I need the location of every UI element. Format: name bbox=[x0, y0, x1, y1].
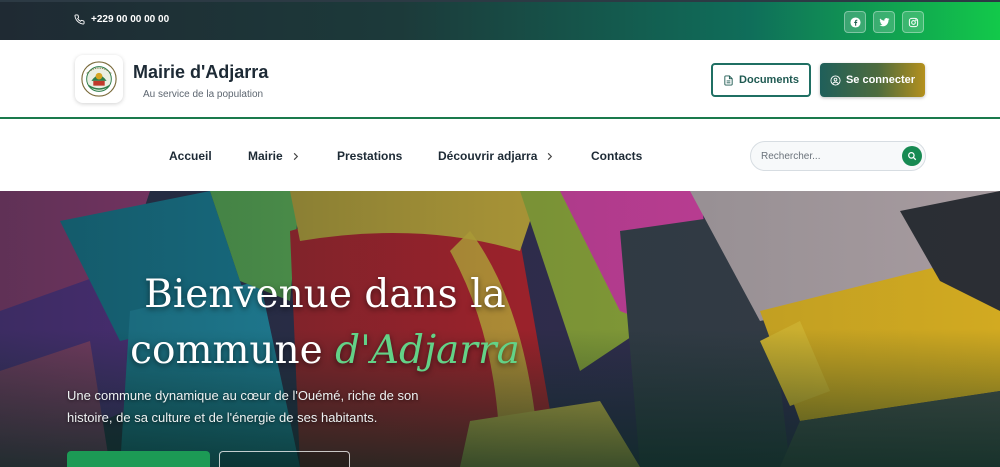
phone-contact[interactable]: +229 00 00 00 00 bbox=[74, 14, 169, 25]
search-box bbox=[750, 141, 926, 171]
commune-seal-logo bbox=[81, 61, 117, 97]
hero-title-plain: commune bbox=[130, 328, 336, 373]
nav-item-label: Mairie bbox=[248, 149, 283, 163]
phone-number: +229 00 00 00 00 bbox=[91, 14, 170, 25]
hero-title-line2: commune d'Adjarra bbox=[0, 331, 650, 370]
chevron-right-icon bbox=[548, 152, 553, 160]
hero-secondary-button[interactable] bbox=[219, 451, 350, 467]
document-icon bbox=[724, 74, 733, 86]
site-title[interactable]: Mairie d'Adjarra bbox=[133, 62, 268, 83]
user-circle-icon bbox=[830, 74, 841, 86]
login-label: Se connecter bbox=[845, 74, 916, 86]
nav-item-prestations[interactable]: Prestations bbox=[337, 149, 402, 163]
instagram-icon bbox=[908, 17, 918, 27]
documents-button[interactable]: Documents bbox=[711, 63, 811, 97]
twitter-icon bbox=[878, 17, 890, 26]
search-input[interactable] bbox=[751, 150, 891, 162]
site-header: Mairie d'Adjarra Au service de la popula… bbox=[0, 40, 1000, 119]
hero-title-accent: d'Adjarra bbox=[335, 328, 520, 373]
site-tagline: Au service de la population bbox=[143, 89, 264, 100]
search-button[interactable] bbox=[902, 146, 922, 166]
documents-label: Documents bbox=[739, 74, 799, 86]
main-nav: Accueil Mairie Prestations Découvrir adj… bbox=[0, 121, 1000, 191]
nav-item-label: Découvrir adjarra bbox=[438, 149, 538, 163]
login-button[interactable]: Se connecter bbox=[820, 63, 925, 97]
hero-title-line1: Bienvenue dans la bbox=[144, 272, 506, 317]
commune-logo[interactable] bbox=[75, 55, 123, 103]
phone-icon bbox=[74, 14, 85, 25]
hero-section: Bienvenue dans la commune d'Adjarra Une … bbox=[0, 191, 1000, 467]
nav-item-label: Accueil bbox=[169, 149, 212, 163]
social-links bbox=[844, 11, 924, 33]
facebook-button[interactable] bbox=[844, 11, 866, 33]
nav-item-mairie[interactable]: Mairie bbox=[248, 149, 300, 163]
instagram-button[interactable] bbox=[902, 11, 924, 33]
twitter-button[interactable] bbox=[873, 11, 895, 33]
nav-item-label: Contacts bbox=[591, 149, 643, 163]
hero-description: Une commune dynamique au cœur de l'Ouémé… bbox=[67, 388, 419, 425]
hero-primary-button[interactable] bbox=[67, 451, 210, 467]
nav-item-decouvrir-adjarra[interactable]: Découvrir adjarra bbox=[438, 149, 554, 163]
chevron-right-icon bbox=[293, 152, 298, 160]
facebook-icon bbox=[849, 16, 861, 28]
nav-item-contacts[interactable]: Contacts bbox=[591, 149, 642, 163]
top-bar: +229 00 00 00 00 bbox=[0, 0, 1000, 40]
search-icon bbox=[908, 152, 917, 161]
nav-item-accueil[interactable]: Accueil bbox=[169, 149, 212, 163]
nav-item-label: Prestations bbox=[337, 149, 403, 163]
